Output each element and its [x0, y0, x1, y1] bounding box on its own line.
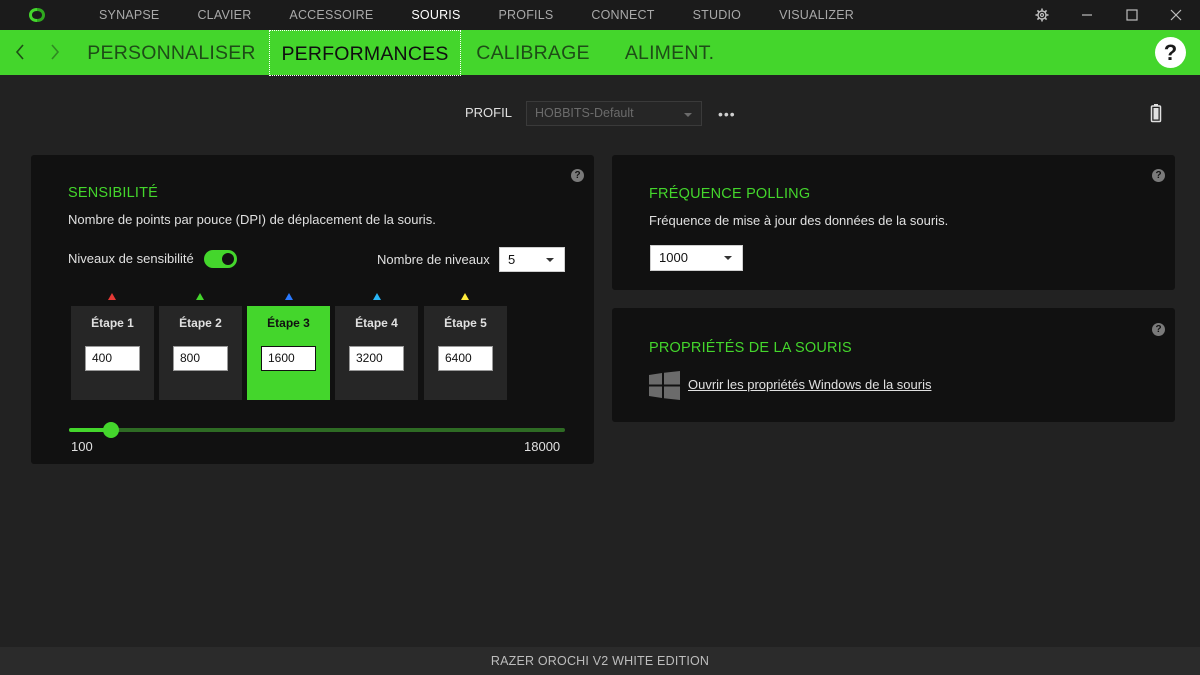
stage-2[interactable]: Étape 2 800 — [159, 306, 242, 400]
title-bar: SYNAPSE CLAVIER ACCESSOIRE SOURIS PROFIL… — [0, 0, 1200, 30]
sub-navigation-bar: PERSONNALISER PERFORMANCES CALIBRAGE ALI… — [0, 30, 1200, 76]
profile-dropdown[interactable]: HOBBITS-Default — [526, 101, 702, 126]
toggle-knob — [222, 253, 234, 265]
back-button[interactable] — [8, 38, 32, 66]
polling-help-icon[interactable]: ? — [1152, 169, 1165, 182]
sensitivity-description: Nombre de points par pouce (DPI) de dépl… — [68, 212, 436, 227]
stage-1-color-indicator — [108, 293, 116, 300]
stage-dpi-input[interactable]: 1600 — [261, 346, 316, 371]
slider-max-label: 18000 — [524, 439, 561, 454]
stage-3-color-indicator — [285, 293, 293, 300]
topnav-connect[interactable]: CONNECT — [572, 0, 673, 30]
mouse-properties-title: PROPRIÉTÉS DE LA SOURIS — [649, 340, 852, 356]
topnav-clavier[interactable]: CLAVIER — [178, 0, 270, 30]
stage-5[interactable]: Étape 5 6400 — [424, 306, 507, 400]
stage-dpi-input[interactable]: 800 — [173, 346, 228, 371]
topnav-synapse[interactable]: SYNAPSE — [80, 0, 178, 30]
windows-icon — [649, 371, 680, 400]
polling-rate-dropdown[interactable]: 1000 — [650, 245, 743, 271]
gear-icon — [1035, 8, 1049, 22]
settings-button[interactable] — [1020, 0, 1064, 30]
stage-label: Étape 4 — [355, 316, 398, 330]
sensitivity-levels-label: Niveaux de sensibilité — [68, 251, 194, 266]
levels-count-dropdown[interactable]: 5 — [499, 247, 565, 272]
stage-3[interactable]: Étape 3 1600 — [247, 306, 330, 400]
topnav-visualizer[interactable]: VISUALIZER — [760, 0, 873, 30]
tab-aliment[interactable]: ALIMENT. — [617, 30, 722, 75]
stage-2-color-indicator — [196, 293, 204, 300]
stage-dpi-input[interactable]: 6400 — [438, 346, 493, 371]
battery-icon[interactable] — [1150, 103, 1162, 123]
profile-more-button[interactable]: ••• — [718, 106, 736, 122]
help-button[interactable]: ? — [1155, 37, 1186, 68]
stage-label: Étape 2 — [179, 316, 222, 330]
device-name-footer: RAZER OROCHI V2 WHITE EDITION — [0, 647, 1200, 675]
sensitivity-title: SENSIBILITÉ — [68, 185, 159, 201]
close-icon — [1170, 9, 1182, 21]
topnav-accessoire[interactable]: ACCESSOIRE — [270, 0, 392, 30]
tab-performances[interactable]: PERFORMANCES — [269, 30, 461, 76]
stage-5-color-indicator — [461, 293, 469, 300]
top-navigation: SYNAPSE CLAVIER ACCESSOIRE SOURIS PROFIL… — [80, 0, 873, 30]
polling-rate-value: 1000 — [659, 250, 688, 265]
topnav-souris[interactable]: SOURIS — [392, 0, 479, 30]
stage-label: Étape 3 — [267, 316, 310, 330]
stage-dpi-input[interactable]: 400 — [85, 346, 140, 371]
maximize-button[interactable] — [1110, 0, 1154, 30]
tab-personnaliser[interactable]: PERSONNALISER — [84, 30, 259, 75]
stage-label: Étape 5 — [444, 316, 487, 330]
sensitivity-levels-toggle[interactable] — [204, 250, 237, 268]
forward-button[interactable] — [43, 38, 67, 66]
topnav-studio[interactable]: STUDIO — [674, 0, 760, 30]
stage-dpi-input[interactable]: 3200 — [349, 346, 404, 371]
stage-label: Étape 1 — [91, 316, 134, 330]
mouse-properties-card — [612, 308, 1175, 422]
mouse-properties-help-icon[interactable]: ? — [1152, 323, 1165, 336]
stage-4[interactable]: Étape 4 3200 — [335, 306, 418, 400]
tab-calibrage[interactable]: CALIBRAGE — [472, 30, 594, 75]
chevron-down-icon — [724, 256, 732, 260]
topnav-profils[interactable]: PROFILS — [480, 0, 573, 30]
chevron-left-icon — [15, 44, 24, 60]
minimize-icon — [1082, 14, 1092, 16]
slider-min-label: 100 — [71, 439, 93, 454]
stage-1[interactable]: Étape 1 400 — [71, 306, 154, 400]
chevron-right-icon — [51, 44, 60, 60]
polling-description: Fréquence de mise à jour des données de … — [649, 213, 949, 228]
close-button[interactable] — [1154, 0, 1198, 30]
sensitivity-help-icon[interactable]: ? — [571, 169, 584, 182]
levels-count-value: 5 — [508, 252, 516, 267]
profile-label: PROFIL — [465, 105, 512, 120]
profile-dropdown-value: HOBBITS-Default — [535, 106, 634, 120]
maximize-icon — [1126, 9, 1138, 21]
open-windows-mouse-properties-link[interactable]: Ouvrir les propriétés Windows de la sour… — [688, 377, 931, 392]
minimize-button[interactable] — [1065, 0, 1109, 30]
levels-count-label: Nombre de niveaux — [377, 252, 490, 267]
dpi-slider-thumb[interactable] — [102, 422, 119, 438]
chevron-down-icon — [546, 258, 554, 262]
polling-title: FRÉQUENCE POLLING — [649, 186, 811, 202]
stage-4-color-indicator — [373, 293, 381, 300]
dpi-slider-track[interactable] — [69, 428, 565, 432]
chevron-down-icon — [684, 113, 692, 117]
razer-logo-icon[interactable] — [26, 6, 48, 24]
